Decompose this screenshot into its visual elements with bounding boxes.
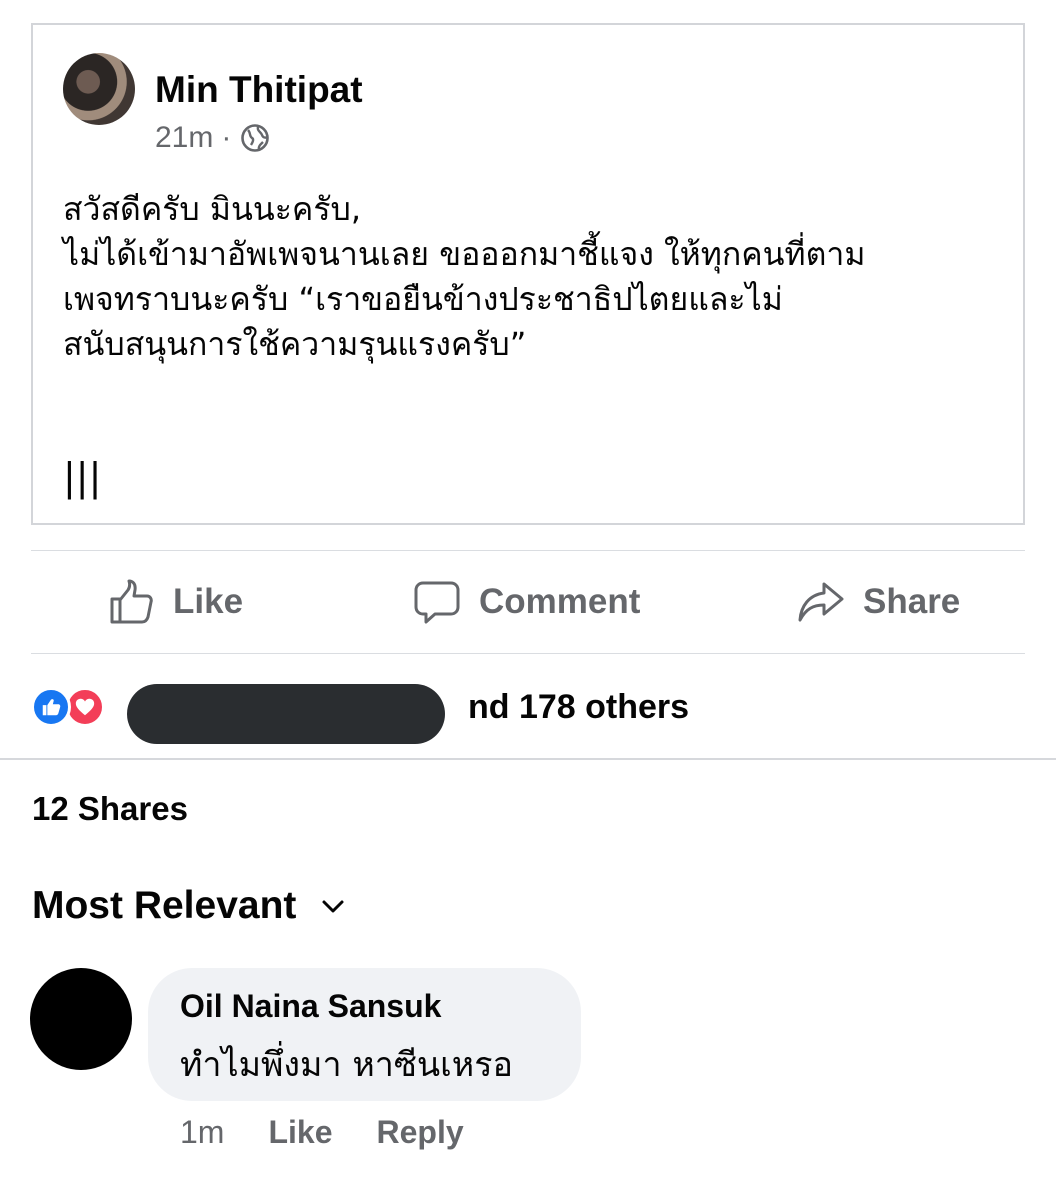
post-card: Min Thitipat 21m · สวัสดีครับ มินนะครับ,…: [31, 23, 1025, 525]
share-label: Share: [863, 582, 961, 621]
comment-reply-button[interactable]: Reply: [376, 1114, 463, 1151]
like-reaction-icon: [31, 687, 71, 727]
comment-sort-dropdown[interactable]: Most Relevant: [32, 884, 348, 928]
comment-text: ทำไมพึ่งมา หาซีนเหรอ: [180, 1045, 513, 1085]
thumbs-up-icon: [110, 579, 153, 624]
post-meta: 21m ·: [155, 121, 271, 155]
comment-time: 1m: [180, 1114, 225, 1150]
comment-button[interactable]: Comment: [413, 551, 640, 653]
reactions-text: nd 178 others: [468, 688, 690, 726]
meta-separator: ·: [221, 121, 232, 154]
globe-icon: [241, 124, 270, 152]
reactions-summary[interactable]: nd 178 others: [31, 684, 689, 730]
like-button[interactable]: Like: [107, 551, 243, 653]
comment-actions: 1m Like Reply: [180, 1114, 464, 1151]
comment-label: Comment: [479, 582, 641, 621]
post-actions: Like Comment Share: [31, 551, 1025, 653]
author-name[interactable]: Min Thitipat: [155, 69, 363, 111]
author-avatar[interactable]: [63, 53, 135, 125]
post-tail: |||: [63, 455, 102, 499]
post-time[interactable]: 21m: [155, 121, 213, 155]
redaction-mark: [127, 684, 445, 744]
love-reaction-icon: [65, 687, 105, 727]
comment-like-button[interactable]: Like: [268, 1114, 332, 1151]
commenter-avatar[interactable]: [30, 968, 132, 1070]
post-line: สวัสดีครับ มินนะครับ,: [63, 190, 361, 228]
share-arrow-icon: [798, 582, 844, 622]
post-body: สวัสดีครับ มินนะครับ, ไม่ได้เข้ามาอัพเพจ…: [63, 187, 1003, 367]
section-divider: [0, 758, 1056, 760]
divider: [31, 653, 1025, 654]
sort-label: Most Relevant: [32, 884, 297, 927]
share-button[interactable]: Share: [797, 551, 960, 653]
post-line: สนับสนุนการใช้ความรุนแรงครับ”: [63, 325, 527, 363]
post-line: เพจทราบนะครับ “เราขอยืนข้างประชาธิปไตยแล…: [63, 280, 783, 318]
like-label: Like: [173, 582, 244, 621]
comment-icon: [414, 581, 460, 624]
comment-author[interactable]: Oil Naina Sansuk: [180, 988, 549, 1025]
comment-bubble: Oil Naina Sansuk ทำไมพึ่งมา หาซีนเหรอ: [148, 968, 581, 1101]
chevron-down-icon: [322, 900, 344, 913]
shares-count[interactable]: 12 Shares: [32, 790, 188, 828]
post-line: ไม่ได้เข้ามาอัพเพจนานเลย ขอออกมาชี้แจง ใ…: [63, 235, 866, 273]
